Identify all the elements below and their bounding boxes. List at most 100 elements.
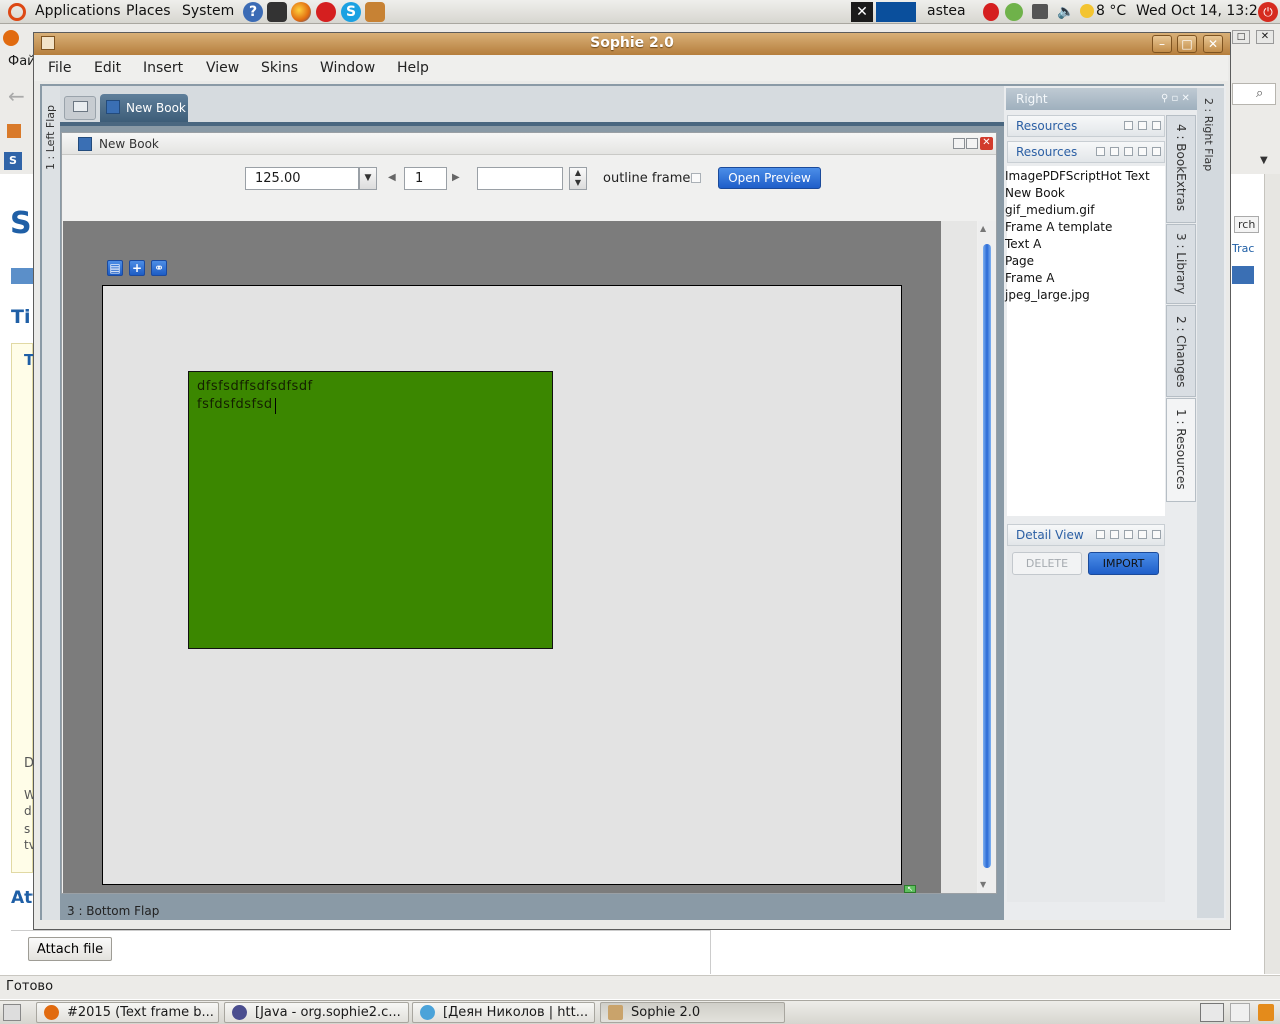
document-header[interactable]	[62, 133, 996, 155]
user-name[interactable]: astea	[927, 3, 966, 19]
network-disconnected-icon[interactable]: ✕	[851, 2, 873, 22]
volume-icon[interactable]: 🔈	[1057, 4, 1074, 20]
terminal-icon[interactable]	[267, 2, 287, 22]
right-header-controls-icon[interactable]: ⚲ ▫ ✕	[1161, 93, 1190, 104]
resource-item[interactable]: gif_medium.gif	[1005, 203, 1094, 217]
detail-option-icon[interactable]	[1096, 530, 1105, 539]
browser-tab-icon[interactable]: S	[4, 152, 22, 170]
scroll-up-icon[interactable]: ▲	[980, 224, 986, 233]
taskbar-item-sophie[interactable]: Sophie 2.0	[600, 1002, 785, 1023]
scroll-down-icon[interactable]: ▼	[980, 880, 986, 889]
panel2-detach-icon[interactable]	[1138, 147, 1147, 156]
help-icon[interactable]: ?	[243, 2, 263, 22]
workspace-2[interactable]	[1230, 1003, 1250, 1022]
taskbar-item-browser[interactable]: [Деян Николов | htt...	[412, 1002, 595, 1023]
resize-grip-icon[interactable]: ↖	[904, 885, 916, 893]
panel1-detach-icon[interactable]	[1138, 121, 1147, 130]
resource-item[interactable]: jpeg_large.jpg	[1005, 288, 1090, 302]
resource-item[interactable]: Text A	[1005, 237, 1041, 251]
side-tab-resources[interactable]: 1 : Resources	[1166, 398, 1196, 502]
spinner-arrows-icon[interactable]: ▲ ▼	[569, 167, 587, 190]
weather-icon[interactable]	[1080, 4, 1094, 18]
right-nav-highlight[interactable]	[1232, 266, 1254, 284]
search-icon[interactable]: ⌕	[1256, 86, 1263, 101]
panel2-option2-icon[interactable]	[1110, 147, 1119, 156]
menu-edit[interactable]: Edit	[94, 60, 121, 76]
panel1-close-icon[interactable]	[1152, 121, 1161, 130]
browser-search-field[interactable]	[1232, 83, 1276, 105]
detail-option2-icon[interactable]	[1110, 530, 1119, 539]
menu-view[interactable]: View	[206, 60, 239, 76]
left-flap[interactable]	[42, 86, 60, 920]
skype-icon[interactable]: S	[341, 2, 361, 22]
panel2-option-icon[interactable]	[1096, 147, 1105, 156]
system-menu[interactable]: System	[182, 3, 234, 19]
side-tab-changes-label[interactable]: 2 : Changes	[1174, 316, 1188, 388]
opera-tray-icon[interactable]	[983, 3, 999, 21]
frame-text-line-1[interactable]: dfsfsdffsdfsdfsdf	[197, 379, 313, 394]
side-tab-library-label[interactable]: 3 : Library	[1174, 233, 1188, 294]
side-tab-changes[interactable]: 2 : Changes	[1166, 305, 1196, 397]
attach-file-button[interactable]: Attach file	[28, 937, 112, 961]
trac-link-fragment[interactable]: Trac	[1232, 242, 1254, 255]
ubuntu-logo-icon[interactable]	[8, 3, 26, 21]
bg-close-button[interactable]: ✕	[1256, 30, 1274, 44]
opera-icon[interactable]	[316, 2, 336, 22]
side-tab-bookextras-label[interactable]: 4 : BookExtras	[1174, 124, 1188, 211]
resources-list[interactable]	[1007, 166, 1165, 516]
menu-help[interactable]: Help	[397, 60, 429, 76]
bg-maximize-button[interactable]: □	[1232, 30, 1250, 44]
resource-item[interactable]: ImagePDFScriptHot Text	[1005, 169, 1150, 183]
page-prev-icon[interactable]: ◀	[388, 172, 396, 183]
bottom-flap-label[interactable]: 3 : Bottom Flap	[67, 904, 159, 918]
spinner-input[interactable]	[477, 167, 563, 190]
right-flap-strip[interactable]	[1197, 88, 1224, 918]
taskbar-item-firefox[interactable]: #2015 (Text frame b...	[36, 1002, 219, 1023]
detail-detach-icon[interactable]	[1138, 530, 1147, 539]
detail-close-icon[interactable]	[1152, 530, 1161, 539]
delete-button[interactable]: DELETE	[1012, 552, 1082, 575]
open-preview-button[interactable]: Open Preview	[718, 167, 821, 189]
minimize-button[interactable]: –	[1152, 35, 1172, 53]
browser-menu-fragment[interactable]: Фай	[8, 54, 36, 69]
side-tab-bookextras[interactable]: 4 : BookExtras	[1166, 115, 1196, 223]
link-icon[interactable]: ⚭	[151, 260, 167, 276]
network-icon[interactable]	[1032, 4, 1048, 19]
system-monitor-icon[interactable]	[876, 2, 916, 22]
clock[interactable]: Wed Oct 14, 13:24	[1136, 3, 1267, 19]
side-tab-resources-label[interactable]: 1 : Resources	[1174, 409, 1188, 490]
weather-temp[interactable]: 8 °C	[1096, 3, 1126, 19]
sophie-title-bar[interactable]: Sophie 2.0 – □ ✕	[34, 33, 1230, 55]
page-number-input[interactable]: 1	[404, 167, 447, 190]
maximize-button[interactable]: □	[1177, 35, 1197, 53]
resource-item[interactable]: Frame A template	[1005, 220, 1112, 234]
detail-pin-icon[interactable]	[1124, 530, 1133, 539]
right-flap-label[interactable]: 2 : Right Flap	[1202, 98, 1215, 171]
page-next-icon[interactable]: ▶	[452, 172, 460, 183]
menu-insert[interactable]: Insert	[143, 60, 183, 76]
panel2-close-icon[interactable]	[1152, 147, 1161, 156]
search-button-fragment[interactable]: rch	[1234, 216, 1260, 233]
firefox-icon[interactable]	[291, 2, 311, 22]
show-desktop-icon[interactable]	[3, 1004, 21, 1021]
doc-restore-icon[interactable]	[953, 138, 965, 149]
menu-window[interactable]: Window	[320, 60, 375, 76]
scrollbar-thumb[interactable]	[983, 244, 991, 868]
tab-list-chevron-icon[interactable]: ▼	[1260, 155, 1268, 166]
menu-file[interactable]: File	[48, 60, 71, 76]
resource-item[interactable]: Frame A	[1005, 271, 1054, 285]
taskbar-item-eclipse[interactable]: [Java - org.sophie2.c...	[224, 1002, 409, 1023]
shutdown-icon[interactable]: ⏻	[1258, 2, 1278, 22]
zoom-input[interactable]: 125.00	[245, 167, 359, 190]
workspace-switcher[interactable]	[1200, 1003, 1224, 1022]
left-flap-label[interactable]: 1 : Left Flap	[44, 100, 57, 170]
zoom-dropdown-icon[interactable]: ▼	[359, 167, 377, 190]
side-tab-library[interactable]: 3 : Library	[1166, 224, 1196, 304]
butterfly-icon[interactable]	[365, 2, 385, 22]
doc-detach-icon[interactable]	[966, 138, 978, 149]
panel1-pin-icon[interactable]	[1124, 121, 1133, 130]
applications-menu[interactable]: Applications	[35, 3, 121, 19]
page-properties-icon[interactable]: ▤	[107, 260, 123, 276]
update-icon[interactable]	[1005, 3, 1023, 21]
doc-close-icon[interactable]: ✕	[980, 137, 993, 150]
